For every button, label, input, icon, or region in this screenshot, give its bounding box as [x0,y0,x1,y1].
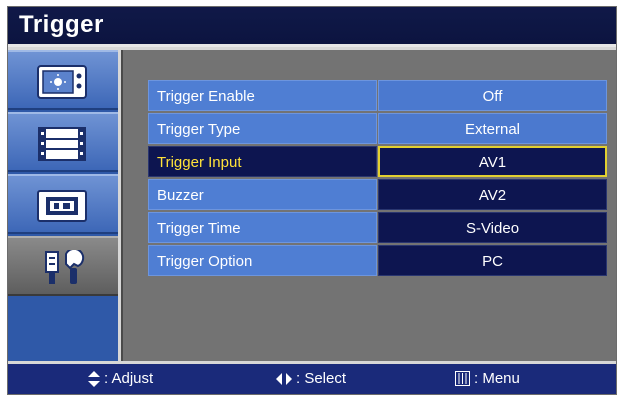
menu-row-trigger-input[interactable]: Trigger Input AV1 [148,146,608,179]
picture-settings-icon [37,65,87,99]
hint-menu: : Menu [455,370,520,387]
menu-icon [455,371,470,386]
osd-window: Trigger Trigger Enable Off Trigger Type … [7,6,617,395]
menu-row-label: Trigger Enable [148,80,377,111]
menu-row-label: Buzzer [148,179,377,210]
menu-row-trigger-option[interactable]: Trigger Option PC [148,245,608,278]
hint-select-label: : Select [296,370,347,387]
sidebar-item-film[interactable] [8,112,118,172]
menu-row-label: Trigger Type [148,113,377,144]
menu-row-value: Off [378,80,607,111]
left-right-arrows-icon [276,372,292,385]
footer-hints: : Adjust : Select : Menu [8,364,616,394]
hint-menu-label: : Menu [474,370,520,387]
tools-settings-icon [45,250,85,284]
menu-row-label: Trigger Input [148,146,377,177]
menu-row-value: External [378,113,607,144]
film-settings-icon [38,127,86,161]
hint-select: : Select [276,370,346,387]
content-panel: Trigger Enable Off Trigger Type External… [121,50,616,361]
screen-settings-icon [37,190,87,222]
menu-row-trigger-type[interactable]: Trigger Type External [148,113,608,146]
menu-row-label: Trigger Option [148,245,377,276]
sidebar-item-tools[interactable] [8,236,118,296]
menu-row-trigger-enable[interactable]: Trigger Enable Off [148,80,608,113]
sidebar-item-picture[interactable] [8,50,118,110]
hint-adjust: : Adjust [88,370,153,387]
menu-row-buzzer[interactable]: Buzzer AV2 [148,179,608,212]
menu-row-value: AV1 [378,146,607,177]
menu-row-label: Trigger Time [148,212,377,243]
title-bar: Trigger [8,7,616,47]
sidebar-item-screen[interactable] [8,174,118,234]
up-down-arrows-icon [88,370,100,387]
menu-row-value: S-Video [378,212,607,243]
page-title: Trigger [19,11,104,38]
sidebar [8,50,118,361]
menu-row-trigger-time[interactable]: Trigger Time S-Video [148,212,608,245]
menu-row-value: PC [378,245,607,276]
menu-row-value: AV2 [378,179,607,210]
hint-adjust-label: : Adjust [104,370,154,387]
